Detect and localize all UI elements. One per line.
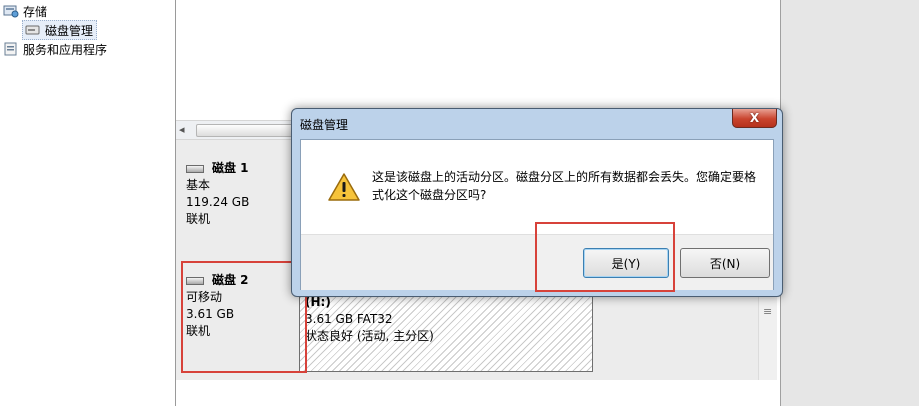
- tree-label-storage: 存储: [23, 4, 48, 19]
- disk-1-name: 磁盘 1: [186, 160, 308, 177]
- warning-icon: [327, 172, 361, 202]
- disk-1-size: 119.24 GB: [186, 195, 250, 209]
- tree-item-storage[interactable]: 存储: [3, 2, 47, 20]
- actions-pane: [780, 0, 919, 406]
- disk-management-icon: [25, 23, 41, 37]
- no-button[interactable]: 否(N): [680, 248, 770, 278]
- partition-status: 状态良好 (活动, 主分区): [305, 329, 434, 343]
- tree-label-services: 服务和应用程序: [23, 42, 108, 57]
- disk-1-info[interactable]: 磁盘 1 基本 119.24 GB 联机: [176, 160, 308, 228]
- scroll-left-icon[interactable]: ◂: [179, 123, 185, 136]
- highlight-yes-button: [535, 222, 675, 292]
- disk-1-type: 基本: [186, 178, 211, 192]
- disk-icon: [186, 164, 204, 173]
- close-icon: X: [749, 111, 760, 125]
- message-area: 这是该磁盘上的活动分区。磁盘分区上的所有数据都会丢失。您确定要格式化这个磁盘分区…: [301, 140, 773, 234]
- tree-label-disk-management: 磁盘管理: [45, 23, 94, 38]
- storage-icon: [3, 4, 19, 18]
- partition-h[interactable]: (H:) 3.61 GB FAT32 状态良好 (活动, 主分区): [299, 290, 593, 372]
- navigation-tree: 存储 磁盘管理 服务和应用程序: [0, 0, 175, 406]
- tree-item-services[interactable]: 服务和应用程序: [3, 40, 107, 58]
- scroll-grip-icon[interactable]: ≡: [763, 305, 772, 318]
- disk-1-status: 联机: [186, 212, 211, 226]
- dialog-message: 这是该磁盘上的活动分区。磁盘分区上的所有数据都会丢失。您确定要格式化这个磁盘分区…: [372, 170, 757, 202]
- services-icon: [3, 42, 19, 56]
- dialog-title: 磁盘管理: [300, 118, 349, 132]
- tree-item-disk-management[interactable]: 磁盘管理: [22, 20, 98, 40]
- close-button[interactable]: X: [732, 109, 777, 128]
- partition-size-fs: 3.61 GB FAT32: [305, 312, 393, 326]
- highlight-disk-2: [181, 261, 307, 373]
